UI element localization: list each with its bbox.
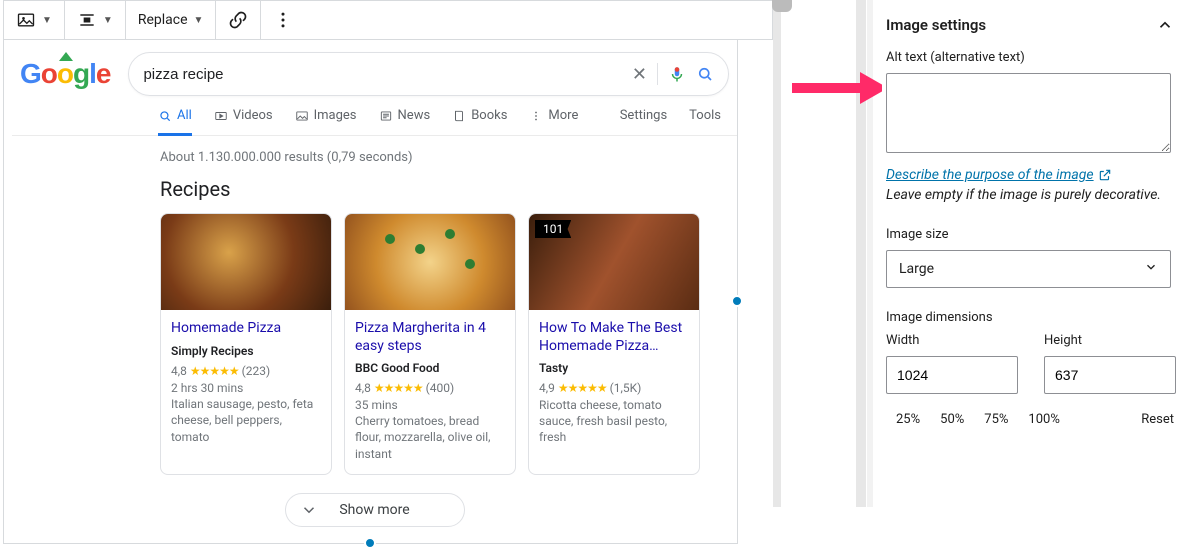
clear-icon[interactable]: ✕ — [632, 64, 647, 85]
more-options-button[interactable] — [261, 1, 305, 39]
tab-books[interactable]: Books — [452, 108, 507, 136]
book-icon — [452, 109, 466, 123]
pct-25-button[interactable]: 25% — [886, 408, 930, 431]
chevron-up-icon — [1156, 16, 1174, 34]
tab-more[interactable]: More — [529, 108, 578, 136]
align-icon — [77, 10, 97, 30]
alt-help-text: Leave empty if the image is purely decor… — [886, 185, 1182, 205]
image-block-icon — [16, 10, 36, 30]
kebab-icon — [273, 10, 293, 30]
search-icon — [158, 109, 172, 123]
show-more-button[interactable]: Show more — [285, 493, 465, 527]
video-icon — [214, 109, 228, 123]
reset-button[interactable]: Reset — [1141, 412, 1182, 427]
drag-knob[interactable] — [772, 0, 792, 12]
tab-all[interactable]: All — [158, 108, 192, 136]
annotation-arrow — [790, 68, 890, 112]
news-icon — [379, 109, 393, 123]
chevron-down-icon — [1144, 260, 1158, 278]
recipe-card[interactable]: 101 How To Make The Best Homemade Pizza…… — [528, 213, 700, 475]
badge-101: 101 — [535, 220, 571, 238]
recipe-ingredients: Cherry tomatoes, bread flour, mozzarella… — [355, 413, 505, 462]
recipe-title: Pizza Margherita in 4 easy steps — [355, 320, 505, 355]
chevron-down-icon — [300, 501, 318, 519]
voice-icon[interactable] — [668, 65, 686, 83]
search-icon[interactable] — [696, 65, 714, 83]
recipe-title: Homemade Pizza — [171, 320, 321, 338]
recipe-thumb: 101 — [529, 214, 699, 310]
recipe-source: BBC Good Food — [355, 361, 505, 375]
result-stats: About 1.130.000.000 results (0,79 second… — [160, 150, 729, 165]
chevron-down-icon: ▼ — [42, 15, 52, 26]
tab-videos[interactable]: Videos — [214, 108, 273, 136]
column-divider — [773, 0, 781, 507]
height-label: Height — [1044, 333, 1182, 348]
pct-75-button[interactable]: 75% — [974, 408, 1018, 431]
chevron-down-icon: ▼ — [103, 15, 113, 26]
section-title: Recipes — [160, 177, 729, 201]
pct-100-button[interactable]: 100% — [1018, 408, 1069, 431]
recipe-source: Simply Recipes — [171, 344, 321, 358]
replace-label: Replace — [138, 12, 188, 28]
recipe-thumb — [345, 214, 515, 310]
settings-sidebar: Image settings Alt text (alternative tex… — [882, 0, 1182, 431]
link-icon — [228, 10, 248, 30]
google-logo: Google — [20, 58, 110, 90]
separator — [657, 63, 658, 85]
image-size-label: Image size — [886, 227, 1182, 242]
recipe-card[interactable]: Homemade Pizza Simply Recipes 4,8 ★★★★★ … — [160, 213, 332, 475]
recipe-thumb — [161, 214, 331, 310]
tools-link[interactable]: Tools — [689, 108, 721, 136]
settings-link[interactable]: Settings — [620, 108, 667, 136]
link-button[interactable] — [216, 1, 261, 39]
panel-title: Image settings — [886, 16, 986, 34]
resize-handle-right[interactable] — [731, 295, 743, 307]
image-size-select[interactable]: Large — [886, 250, 1171, 288]
width-input[interactable] — [886, 356, 1018, 394]
google-screenshot: Google ✕ All — [12, 52, 729, 527]
recipe-time: 2 hrs 30 mins — [171, 380, 321, 396]
block-toolbar: ▼ ▼ Replace ▼ — [3, 0, 773, 40]
describe-purpose-link[interactable]: Describe the purpose of the image — [886, 167, 1112, 183]
recipe-ingredients: Italian sausage, pesto, feta cheese, bel… — [171, 396, 321, 445]
resize-handle-bottom[interactable] — [364, 537, 376, 549]
kebab-icon — [529, 109, 543, 123]
recipe-time: 35 mins — [355, 397, 505, 413]
recipe-card[interactable]: Pizza Margherita in 4 easy steps BBC Goo… — [344, 213, 516, 475]
image-size-value: Large — [899, 261, 934, 277]
recipe-rating: 4,8 ★★★★★ (223) — [171, 364, 321, 378]
image-block[interactable]: Google ✕ All — [3, 40, 738, 544]
pct-50-button[interactable]: 50% — [930, 408, 974, 431]
align-button[interactable]: ▼ — [65, 1, 126, 39]
panel-image-settings[interactable]: Image settings — [882, 0, 1182, 50]
image-icon — [295, 109, 309, 123]
percentage-row: 25% 50% 75% 100% Reset — [886, 408, 1182, 431]
height-input[interactable] — [1044, 356, 1176, 394]
recipe-carousel: Homemade Pizza Simply Recipes 4,8 ★★★★★ … — [160, 213, 729, 475]
replace-button[interactable]: Replace ▼ — [126, 1, 217, 39]
recipe-ingredients: Ricotta cheese, tomato sauce, fresh basi… — [539, 397, 689, 446]
tab-images[interactable]: Images — [295, 108, 357, 136]
tab-news[interactable]: News — [379, 108, 431, 136]
recipe-source: Tasty — [539, 361, 689, 375]
recipe-rating: 4,9 ★★★★★ (1,5K) — [539, 381, 689, 395]
alt-text-input[interactable] — [886, 73, 1171, 153]
block-type-button[interactable]: ▼ — [4, 1, 65, 39]
width-label: Width — [886, 333, 1024, 348]
recipe-rating: 4,8 ★★★★★ (400) — [355, 381, 505, 395]
search-tabs: All Videos Images News Books — [158, 108, 729, 136]
alt-text-label: Alt text (alternative text) — [886, 50, 1182, 65]
editor-area: ▼ ▼ Replace ▼ Google — [3, 0, 773, 544]
image-dimensions-label: Image dimensions — [886, 310, 1182, 325]
external-link-icon — [1098, 168, 1112, 182]
chevron-down-icon: ▼ — [194, 15, 204, 26]
search-input[interactable] — [143, 66, 621, 83]
google-search-box: ✕ — [128, 52, 729, 96]
recipe-title: How To Make The Best Homemade Pizza… — [539, 320, 689, 355]
